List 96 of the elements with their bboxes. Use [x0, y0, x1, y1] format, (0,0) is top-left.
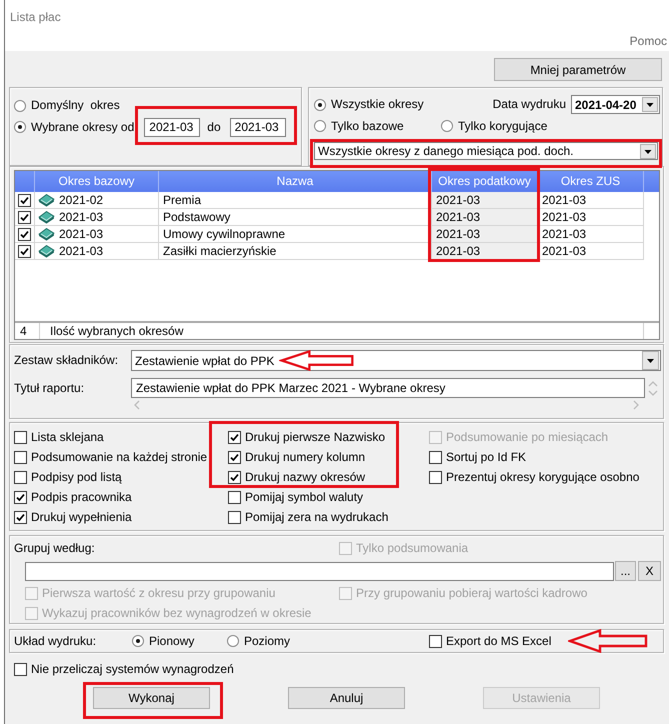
radio-label: Wszystkie okresy	[331, 97, 424, 112]
book-icon	[38, 228, 55, 240]
checkbox-label: Wykazuj pracowników bez wynagrodzeń w okresie	[42, 606, 312, 620]
date-dropdown[interactable]: 2021-04-20	[571, 95, 660, 114]
checkbox[interactable]	[18, 210, 31, 224]
checkbox-label: Nie przeliczaj systemów wynagrodzeń	[31, 662, 234, 676]
radio-button[interactable]	[227, 635, 239, 647]
radio-label: Poziomy	[244, 634, 290, 648]
count-label: Ilość wybranych okresów	[40, 323, 644, 339]
menu-item[interactable]: Pomoc	[630, 34, 667, 49]
checkbox[interactable]	[18, 194, 31, 206]
checkbox-label: Drukuj nazwy okresów	[245, 470, 366, 484]
date-field[interactable]: 2021-03	[144, 118, 200, 136]
checkbox-label: Drukuj pierwsze Nazwisko	[245, 430, 386, 444]
table-cell: 2021-03	[59, 243, 104, 259]
checkbox[interactable]	[18, 228, 31, 240]
radio-label: Pionowy	[149, 634, 194, 648]
book-icon	[38, 244, 55, 258]
table-cell: Zasiłki macierzyńskie	[159, 243, 432, 260]
checkbox-label: Tylko podsumowania	[356, 540, 468, 556]
table-cell: 2021-03	[538, 243, 644, 260]
field-label: Data wydruku	[492, 97, 566, 112]
checkbox[interactable]	[14, 430, 27, 444]
field-label: Układ wydruku:	[14, 634, 98, 648]
table-cell: Podstawowy	[159, 209, 432, 226]
table-cell: 2021-03	[59, 226, 104, 242]
text-field[interactable]: Zestawienie wpłat do PPK Marzec 2021 - Wybrane okresy	[131, 378, 645, 398]
checkbox-label: Sortuj po Id FK	[446, 450, 526, 464]
checkbox[interactable]	[14, 450, 27, 464]
checkbox-label: Pomijaj zera na wydrukach	[245, 510, 388, 524]
dropdown[interactable]: Zestawienie wpłat do PPK	[131, 350, 661, 371]
caret-icon[interactable]	[640, 144, 656, 158]
checkbox-label: Pierwsza wartość z okresu przy grupowaniu	[42, 586, 276, 600]
caret-icon[interactable]	[642, 351, 659, 370]
selected-count: 4	[15, 323, 40, 339]
radio-label: Domyślny okres	[31, 98, 120, 113]
radio-button[interactable]	[132, 635, 144, 647]
checkbox-label: Drukuj numery kolumn	[245, 450, 366, 464]
checkbox[interactable]	[429, 450, 442, 464]
table-cell: 2021-03	[432, 192, 538, 209]
checkbox[interactable]	[14, 662, 27, 676]
checkbox[interactable]	[429, 470, 442, 484]
table-cell: 2021-03	[432, 209, 538, 226]
radio-button[interactable]	[314, 98, 326, 110]
clear-button[interactable]: X	[638, 561, 661, 581]
checkbox-label: Export do MS Excel	[446, 634, 552, 648]
input-field[interactable]	[25, 562, 614, 580]
checkbox[interactable]	[14, 490, 27, 504]
run-button[interactable]: Wykonaj	[93, 687, 210, 709]
checkbox[interactable]	[228, 450, 241, 464]
table-cell: Umowy cywilnoprawne	[159, 226, 432, 243]
checkbox-label: Prezentuj okresy korygujące osobno	[446, 470, 640, 484]
field-label: Tytuł raportu:	[14, 380, 86, 396]
field-label: do	[207, 120, 221, 134]
checkbox[interactable]	[14, 510, 27, 524]
radio-button[interactable]	[314, 120, 326, 132]
table-cell: 2021-02	[59, 192, 104, 208]
field-label: Zestaw składników:	[14, 353, 120, 368]
table-cell: 2021-03	[432, 243, 538, 260]
radio-button[interactable]	[14, 100, 26, 112]
radio-label: Wybrane okresy od	[31, 120, 134, 134]
table-cell: 2021-03	[538, 226, 644, 243]
checkbox[interactable]	[228, 490, 241, 504]
book-icon	[38, 210, 55, 224]
checkbox-label: Podpisy pod listą	[31, 470, 122, 484]
checkbox[interactable]	[228, 430, 241, 444]
less-parameters-button[interactable]: Mniej parametrów	[494, 58, 662, 81]
checkbox-label: Podsumowanie na każdej stronie	[31, 450, 208, 464]
browse-button[interactable]: ...	[615, 561, 636, 581]
radio-button[interactable]	[441, 120, 453, 132]
table-cell: 2021-03	[538, 192, 644, 209]
date-field[interactable]: 2021-03	[230, 118, 286, 136]
radio-label: Tylko bazowe	[331, 118, 404, 134]
checkbox[interactable]	[228, 470, 241, 484]
checkbox[interactable]	[14, 470, 27, 484]
radio-button[interactable]	[14, 121, 26, 133]
field-label: Grupuj według:	[14, 540, 96, 556]
checkbox-label: Podpis pracownika	[31, 490, 132, 504]
table-cell: 2021-03	[432, 226, 538, 243]
checkbox-label: Drukuj wypełnienia	[31, 510, 132, 524]
checkbox[interactable]	[18, 244, 31, 258]
checkbox-label: Pomijaj symbol waluty	[245, 490, 364, 504]
table-cell: Premia	[159, 192, 432, 209]
checkbox[interactable]	[429, 634, 442, 648]
caret-icon[interactable]	[642, 97, 658, 112]
radio-label: Tylko korygujące	[458, 118, 548, 134]
checkbox-label: Podsumowanie po miesiącach	[446, 430, 608, 444]
table-cell: 2021-03	[538, 209, 644, 226]
dropdown[interactable]: Wszystkie okresy z danego miesiąca pod. doch.	[314, 142, 658, 160]
cancel-button[interactable]: Anuluj	[288, 687, 405, 709]
checkbox[interactable]	[228, 510, 241, 524]
book-icon	[38, 194, 55, 206]
checkbox-label: Lista sklejana	[31, 430, 104, 444]
table-cell: 2021-03	[59, 209, 104, 225]
window-title: Lista płac	[10, 10, 61, 25]
checkbox-label: Przy grupowaniu pobieraj wartości kadrowo	[356, 586, 588, 600]
